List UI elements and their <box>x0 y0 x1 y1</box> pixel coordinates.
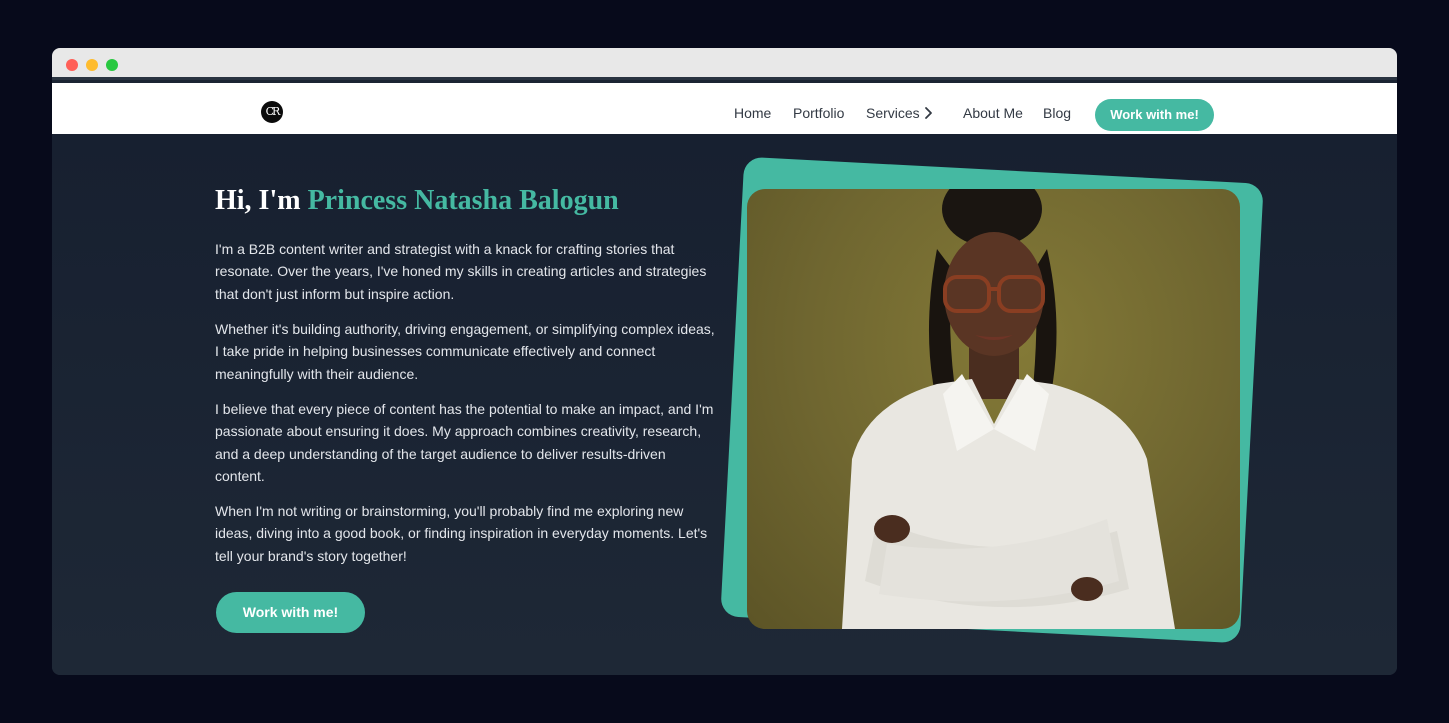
hero-heading: Hi, I'm Princess Natasha Balogun <box>215 184 619 218</box>
hero-section: Hi, I'm Princess Natasha Balogun I'm a B… <box>52 134 1397 675</box>
chevron-right-icon[interactable] <box>922 106 936 120</box>
heading-greeting: Hi, I'm <box>215 185 308 216</box>
portrait-illustration <box>842 189 1175 629</box>
nav-work-with-me-button[interactable]: Work with me! <box>1095 99 1214 131</box>
nav-portfolio-link[interactable]: Portfolio <box>793 105 844 122</box>
nav-services-link[interactable]: Services <box>866 105 920 122</box>
minimize-window-dot[interactable] <box>86 59 98 71</box>
browser-window: CR Home Portfolio Services About Me Blog… <box>52 48 1397 675</box>
intro-paragraph-2: Whether it's building authority, driving… <box>215 321 715 382</box>
heading-name: Princess Natasha Balogun <box>307 185 619 216</box>
site-navbar: CR Home Portfolio Services About Me Blog… <box>52 83 1397 134</box>
intro-paragraph-1: I'm a B2B content writer and strategist … <box>215 241 707 302</box>
browser-titlebar <box>52 48 1397 80</box>
nav-blog-link[interactable]: Blog <box>1043 105 1071 122</box>
nav-home-link[interactable]: Home <box>734 105 771 122</box>
site-logo[interactable]: CR <box>261 101 283 123</box>
nav-about-link[interactable]: About Me <box>963 105 1023 122</box>
maximize-window-dot[interactable] <box>106 59 118 71</box>
intro-paragraph-4: When I'm not writing or brainstorming, y… <box>215 503 708 564</box>
hero-work-with-me-button[interactable]: Work with me! <box>216 592 365 633</box>
intro-paragraph-3: I believe that every piece of content ha… <box>215 401 714 484</box>
close-window-dot[interactable] <box>66 59 78 71</box>
portrait-photo <box>747 189 1240 629</box>
